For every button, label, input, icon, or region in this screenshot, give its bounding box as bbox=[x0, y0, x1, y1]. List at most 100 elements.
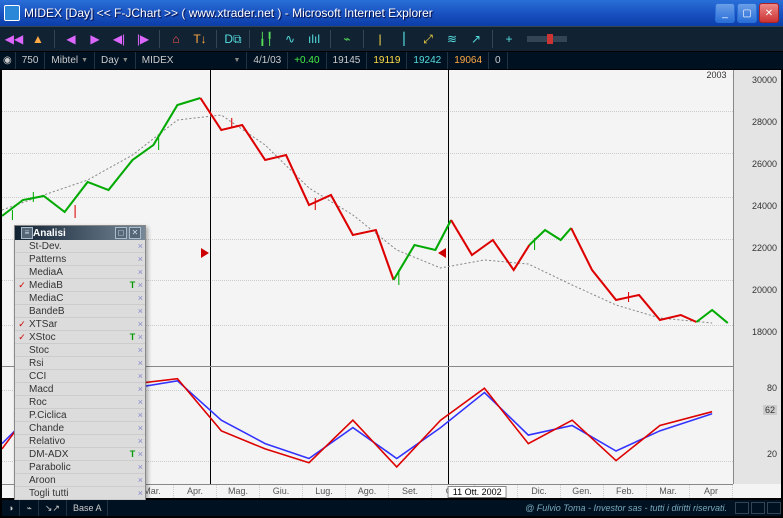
analisi-item[interactable]: ✓XStocT × bbox=[15, 331, 145, 344]
candles-icon[interactable]: ╽╿ bbox=[256, 29, 276, 49]
analisi-item-label: Parabolic bbox=[27, 462, 123, 473]
nav-first-icon[interactable]: ◀◀ bbox=[4, 29, 24, 49]
t-icon: T bbox=[130, 449, 136, 459]
plus-icon[interactable]: + bbox=[499, 29, 519, 49]
analisi-close-icon[interactable]: ✕ bbox=[129, 227, 141, 239]
indicator-icon[interactable]: ⌁ bbox=[337, 29, 357, 49]
analisi-item-label: Aroon bbox=[27, 475, 123, 486]
analisi-item[interactable]: ✓XTSar × bbox=[15, 318, 145, 331]
analisi-item[interactable]: BandeB × bbox=[15, 305, 145, 318]
window-maximize-button[interactable]: ▢ bbox=[737, 3, 757, 23]
window-title: MIDEX [Day] << F-JChart >> ( www.xtrader… bbox=[24, 6, 715, 20]
month-label: Giu. bbox=[260, 485, 303, 498]
analisi-item[interactable]: Rsi × bbox=[15, 357, 145, 370]
analisi-item[interactable]: MediaC × bbox=[15, 292, 145, 305]
analisi-titlebar[interactable]: ≡ Analisi ◻ ✕ bbox=[15, 226, 145, 240]
analisi-item-label: XStoc bbox=[27, 332, 123, 343]
analisi-item[interactable]: Stoc × bbox=[15, 344, 145, 357]
analisi-item[interactable]: Patterns × bbox=[15, 253, 145, 266]
tool-5-icon[interactable]: ↗ bbox=[466, 29, 486, 49]
analisi-item[interactable]: Aroon × bbox=[15, 474, 145, 487]
x-icon: × bbox=[138, 241, 143, 251]
status-icon2[interactable]: ⌁ bbox=[20, 500, 38, 516]
analisi-item[interactable]: Macd × bbox=[15, 383, 145, 396]
bar-icon[interactable]: ılıl bbox=[304, 29, 324, 49]
x-icon: × bbox=[138, 358, 143, 368]
analisi-item[interactable]: DM-ADXT × bbox=[15, 448, 145, 461]
x-icon: × bbox=[138, 280, 143, 290]
status-icon3[interactable]: ↘↗ bbox=[39, 500, 67, 516]
analisi-item-label: Stoc bbox=[27, 345, 123, 356]
analisi-title: Analisi bbox=[33, 228, 113, 239]
analisi-item-label: MediaC bbox=[27, 293, 123, 304]
val3-field: 19064 bbox=[448, 52, 489, 69]
symbol-select[interactable]: MIDEX▼ bbox=[136, 52, 248, 69]
tool-d-icon[interactable]: D⧉ bbox=[223, 29, 243, 49]
nav-next-icon[interactable]: ▶ bbox=[85, 29, 105, 49]
month-label: Dic. bbox=[518, 485, 561, 498]
tool-1-icon[interactable]: | bbox=[370, 29, 390, 49]
analisi-item[interactable]: Relativo × bbox=[15, 435, 145, 448]
analisi-item[interactable]: Togli tutti × bbox=[15, 487, 145, 500]
window-close-button[interactable]: ✕ bbox=[759, 3, 779, 23]
month-label: Mag. bbox=[217, 485, 260, 498]
analisi-item-label: Roc bbox=[27, 397, 123, 408]
analisi-item[interactable]: P.Ciclica × bbox=[15, 409, 145, 422]
analisi-item[interactable]: CCI × bbox=[15, 370, 145, 383]
nav-back-icon[interactable]: ◀| bbox=[109, 29, 129, 49]
y-axis: 30000 28000 26000 24000 22000 20000 1800… bbox=[733, 70, 781, 484]
nav-prev-icon[interactable]: ◀ bbox=[61, 29, 81, 49]
analisi-panel[interactable]: ≡ Analisi ◻ ✕ St-Dev. ×Patterns ×MediaA … bbox=[14, 225, 146, 501]
line-icon[interactable]: ∿ bbox=[280, 29, 300, 49]
market-select[interactable]: Mibtel▼ bbox=[45, 52, 95, 69]
x-icon: × bbox=[138, 267, 143, 277]
mode-label[interactable]: Base A bbox=[67, 500, 109, 516]
timeframe-select[interactable]: Day▼ bbox=[95, 52, 136, 69]
x-icon: × bbox=[138, 410, 143, 420]
tool-4-icon[interactable]: ≋ bbox=[442, 29, 462, 49]
nav-fwd-icon[interactable]: |▶ bbox=[133, 29, 153, 49]
x-icon: × bbox=[138, 475, 143, 485]
nav-up-icon[interactable]: ▲ bbox=[28, 29, 48, 49]
zoom-slider[interactable] bbox=[527, 36, 567, 42]
month-label: Set. bbox=[389, 485, 432, 498]
status-box3[interactable] bbox=[767, 502, 781, 514]
window-minimize-button[interactable]: _ bbox=[715, 3, 735, 23]
cursor-date-flag: 11 Ott. 2002 bbox=[448, 486, 507, 498]
tool-t-icon[interactable]: T↓ bbox=[190, 29, 210, 49]
analisi-item[interactable]: Roc × bbox=[15, 396, 145, 409]
status-icon1[interactable]: ◑ bbox=[2, 500, 20, 516]
month-label: Ago. bbox=[346, 485, 389, 498]
analisi-item-label: Patterns bbox=[27, 254, 123, 265]
month-label: Mar. bbox=[647, 485, 690, 498]
status-box2[interactable] bbox=[751, 502, 765, 514]
main-toolbar: ◀◀ ▲ ◀ ▶ ◀| |▶ ⌂ T↓ D⧉ ╽╿ ∿ ılıl ⌁ | ⎮ ⤢… bbox=[0, 26, 783, 52]
home-icon[interactable]: ⌂ bbox=[166, 29, 186, 49]
analisi-item[interactable]: Parabolic × bbox=[15, 461, 145, 474]
analisi-item[interactable]: MediaA × bbox=[15, 266, 145, 279]
check-icon: ✓ bbox=[17, 319, 27, 330]
analisi-item-label: St-Dev. bbox=[27, 241, 123, 252]
status-box1[interactable] bbox=[735, 502, 749, 514]
tool-3-icon[interactable]: ⤢ bbox=[418, 29, 438, 49]
x-icon: × bbox=[138, 371, 143, 381]
analisi-item[interactable]: ✓MediaB T × bbox=[15, 279, 145, 292]
analisi-menu-icon[interactable]: ≡ bbox=[21, 227, 33, 239]
x-icon: × bbox=[138, 332, 143, 342]
analisi-item-label: Togli tutti bbox=[27, 488, 123, 499]
t-icon: T bbox=[130, 280, 136, 290]
x-icon: × bbox=[138, 449, 143, 459]
analisi-item-label: MediaB bbox=[27, 280, 123, 291]
check-icon: ✓ bbox=[17, 280, 27, 291]
last-field: 19145 bbox=[327, 52, 368, 69]
month-label: Apr bbox=[690, 485, 733, 498]
x-icon: × bbox=[138, 397, 143, 407]
analisi-item[interactable]: St-Dev. × bbox=[15, 240, 145, 253]
analisi-item-label: Chande bbox=[27, 423, 123, 434]
globe-icon[interactable]: ◉ bbox=[0, 52, 16, 69]
analisi-settings-icon[interactable]: ◻ bbox=[115, 227, 127, 239]
tool-2-icon[interactable]: ⎮ bbox=[394, 29, 414, 49]
x-icon: × bbox=[138, 345, 143, 355]
credit-text: @ Fulvio Toma - Investor sas - tutti i d… bbox=[525, 503, 733, 513]
analisi-item[interactable]: Chande × bbox=[15, 422, 145, 435]
